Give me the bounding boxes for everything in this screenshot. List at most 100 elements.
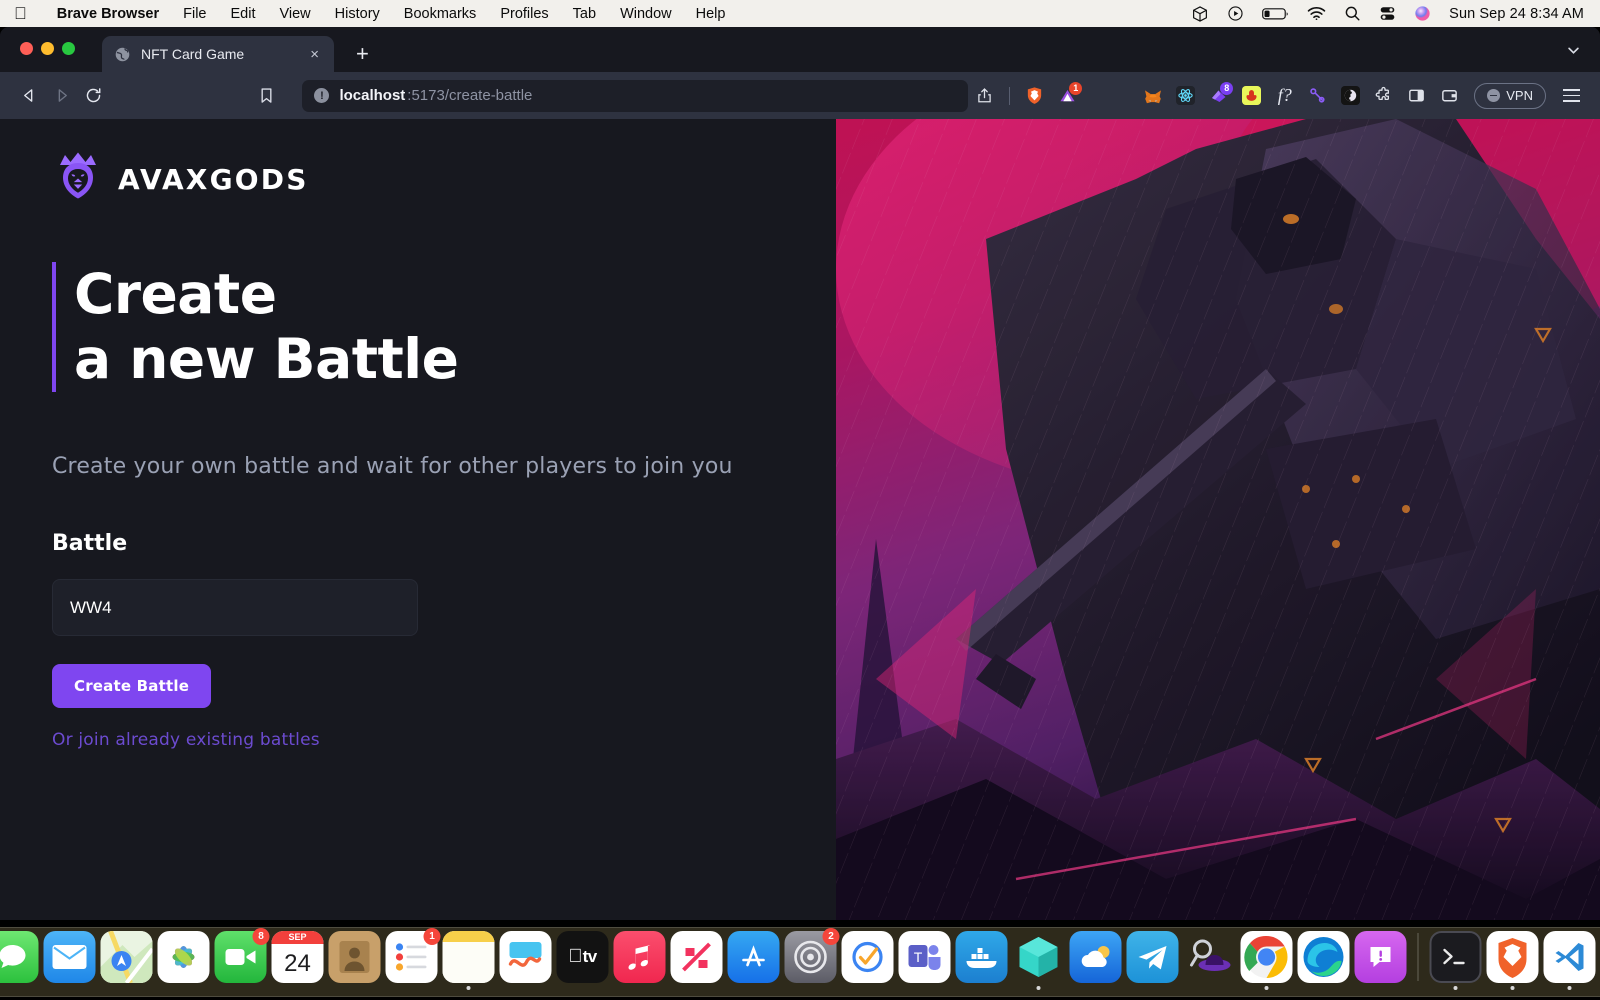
react-devtools-icon[interactable] <box>1169 81 1202 111</box>
dock-item-messages[interactable] <box>0 931 39 983</box>
dock-item-visual-studio-code[interactable] <box>1543 931 1596 990</box>
menu-item-brave-browser[interactable]: Brave Browser <box>45 6 171 22</box>
dock-item-reminders[interactable]: 1 <box>385 928 441 983</box>
forward-arrow-icon[interactable] <box>46 81 78 111</box>
battle-name-label: Battle <box>52 531 128 556</box>
dock-item-news[interactable] <box>670 931 723 983</box>
menubar-clock[interactable]: Sun Sep 24 8:34 AM <box>1449 6 1584 22</box>
menu-item-edit[interactable]: Edit <box>218 6 267 22</box>
running-indicator <box>1036 986 1041 990</box>
toolbar-icons: 1 8 f? VPN <box>968 81 1586 111</box>
running-indicator <box>1510 986 1515 990</box>
dock-item-notes[interactable] <box>442 931 495 990</box>
dock-item-docker[interactable] <box>955 931 1008 983</box>
search-icon[interactable] <box>1344 5 1361 22</box>
menu-item-window[interactable]: Window <box>608 6 684 22</box>
menu-item-profiles[interactable]: Profiles <box>488 6 560 22</box>
dock-item-photos[interactable] <box>157 931 210 983</box>
reminders-badge: 1 <box>423 928 441 945</box>
browser-tab-nft-card-game[interactable]: NFT Card Game × <box>102 36 334 72</box>
hamburger-menu-icon[interactable] <box>1556 88 1586 103</box>
system-settings-badge: 2 <box>822 928 840 945</box>
create-battle-panel: AVAXGODS Create a new Battle Create your… <box>0 119 836 920</box>
back-arrow-icon[interactable] <box>14 81 46 111</box>
mecha-warrior-illustration <box>836 119 1600 920</box>
toolbar-divider <box>1009 86 1011 105</box>
cube-icon[interactable] <box>1191 5 1209 23</box>
rabby-wallet-icon[interactable] <box>1235 81 1268 111</box>
brave-rewards-icon[interactable]: 1 <box>1051 81 1084 111</box>
play-circle-icon[interactable] <box>1227 5 1244 22</box>
dock-item-system-settings[interactable]: 2 <box>784 928 840 983</box>
brave-browser-window: NFT Card Game × + ! localhost:5173/crea… <box>0 27 1600 920</box>
battery-icon[interactable] <box>1262 7 1289 21</box>
bookmark-icon[interactable] <box>257 86 276 105</box>
maximize-window-button[interactable] <box>62 42 75 55</box>
calendar-day: 24 <box>284 949 311 977</box>
metamask-fox-icon[interactable] <box>1136 81 1169 111</box>
dark-reader-icon[interactable] <box>1334 81 1367 111</box>
calendar-month: SEP <box>271 931 324 944</box>
not-secure-info-icon[interactable]: ! <box>314 88 330 103</box>
dock-item-things[interactable] <box>841 931 894 983</box>
extensions-puzzle-icon[interactable] <box>1367 81 1400 111</box>
address-bar[interactable]: ! localhost :5173/create-battle <box>302 79 969 112</box>
menu-item-bookmarks[interactable]: Bookmarks <box>392 6 489 22</box>
join-existing-battles-link[interactable]: Or join already existing battles <box>52 730 320 750</box>
dock-item-facetime[interactable]: 8 <box>214 928 270 983</box>
dock-item-app-store[interactable] <box>727 931 780 983</box>
dock-item-music[interactable] <box>613 931 666 983</box>
dock-item-ganache[interactable] <box>1013 931 1065 990</box>
page-title-line-2: a new Battle <box>74 326 459 391</box>
new-tab-button[interactable]: + <box>356 43 369 65</box>
rewards-badge-count: 1 <box>1069 81 1083 95</box>
create-battle-button[interactable]: Create Battle <box>52 664 212 708</box>
dock-item-terminal[interactable] <box>1429 931 1482 990</box>
wifi-icon[interactable] <box>1307 6 1326 21</box>
menu-item-file[interactable]: File <box>171 6 218 22</box>
menu-item-view[interactable]: View <box>267 6 322 22</box>
url-path: :5173/create-battle <box>407 87 533 104</box>
menu-item-help[interactable]: Help <box>684 6 738 22</box>
siri-icon[interactable] <box>1414 5 1431 22</box>
reload-icon[interactable] <box>78 81 110 111</box>
dock-item-weather[interactable] <box>1069 931 1122 983</box>
dock-item-google-chrome[interactable] <box>1240 931 1293 990</box>
dock-item-microsoft-edge[interactable] <box>1297 931 1350 983</box>
menu-item-tab[interactable]: Tab <box>561 6 608 22</box>
brave-shields-lion-icon[interactable] <box>1018 81 1051 111</box>
tab-search-chevron-down-icon[interactable] <box>1565 42 1582 64</box>
bitwarden-key-icon[interactable] <box>1301 81 1334 111</box>
page-subtitle: Create your own battle and wait for othe… <box>52 454 733 479</box>
close-window-button[interactable] <box>20 42 33 55</box>
phantom-wallet-icon[interactable]: 8 <box>1202 81 1235 111</box>
fx-extension-icon[interactable]: f? <box>1268 81 1301 111</box>
battle-name-input[interactable] <box>52 579 418 636</box>
dock-item-freeform[interactable] <box>499 931 552 983</box>
dock-item-alfred[interactable] <box>1184 931 1236 983</box>
minimize-window-button[interactable] <box>41 42 54 55</box>
dock-item-contacts[interactable] <box>328 931 381 983</box>
dock-item-telegram[interactable] <box>1126 931 1179 983</box>
window-traffic-lights <box>20 42 75 55</box>
dock-item-chat-app[interactable] <box>1354 931 1407 983</box>
dock-item-maps[interactable] <box>100 931 153 983</box>
avaxgods-wordmark: AVAXGODS <box>118 162 309 196</box>
vpn-button[interactable]: VPN <box>1474 82 1546 109</box>
close-tab-button[interactable]: × <box>307 45 322 64</box>
page-title: Create a new Battle <box>52 262 459 392</box>
avaxgods-lion-crown-logo-icon <box>52 149 104 209</box>
dock-item-mail[interactable] <box>43 931 96 983</box>
dock-item-brave-browser[interactable] <box>1486 931 1539 990</box>
dock-item-calendar[interactable]: SEP 24 <box>271 931 324 983</box>
globe-icon <box>114 46 131 63</box>
apple-logo-icon[interactable]:  <box>14 5 27 22</box>
avaxgods-logo[interactable]: AVAXGODS <box>52 149 309 209</box>
sidebar-toggle-icon[interactable] <box>1400 81 1433 111</box>
dock-item-apple-tv[interactable]: tv <box>556 931 609 983</box>
control-center-icon[interactable] <box>1379 5 1396 22</box>
share-icon[interactable] <box>968 81 1001 111</box>
dock-item-microsoft-teams[interactable]: T <box>898 931 951 983</box>
brave-wallet-icon[interactable] <box>1433 81 1466 111</box>
menu-item-history[interactable]: History <box>323 6 392 22</box>
